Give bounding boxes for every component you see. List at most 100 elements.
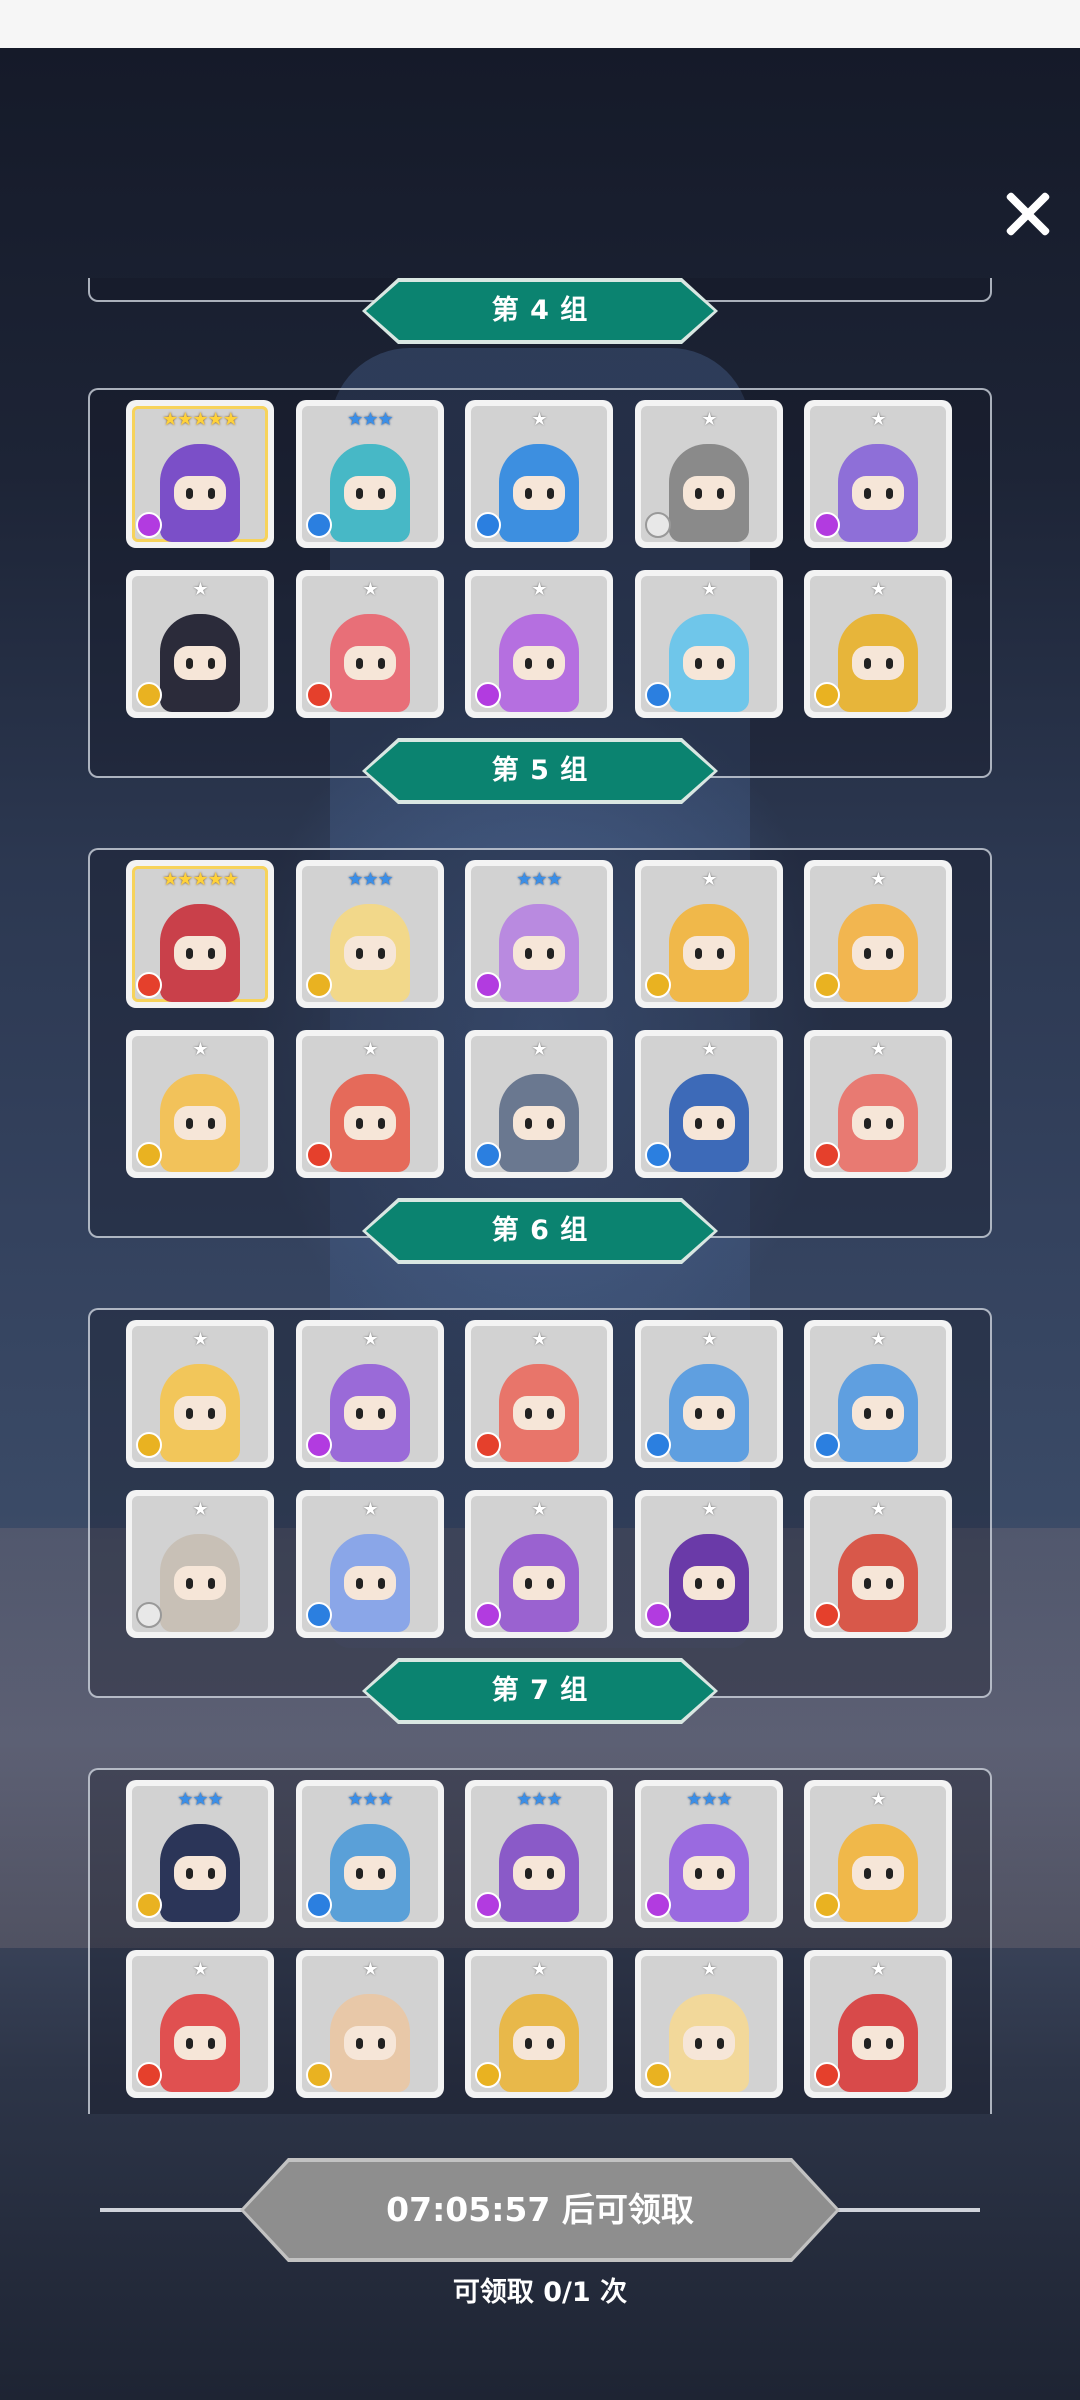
hero-eye bbox=[717, 948, 724, 959]
hero-card[interactable]: ★ bbox=[804, 400, 952, 548]
hero-card[interactable]: ★★★ bbox=[635, 1780, 783, 1928]
hero-card[interactable]: ★ bbox=[465, 400, 613, 548]
hero-eye bbox=[378, 1578, 385, 1589]
hero-card[interactable]: ★★★ bbox=[296, 400, 444, 548]
hero-card[interactable]: ★ bbox=[296, 1950, 444, 2098]
hero-eye bbox=[547, 488, 554, 499]
hero-face bbox=[513, 1566, 565, 1600]
hero-card[interactable]: ★ bbox=[804, 1030, 952, 1178]
hero-card[interactable]: ★ bbox=[635, 400, 783, 548]
moon-element-icon bbox=[475, 682, 501, 708]
hero-eye bbox=[695, 488, 702, 499]
hero-card[interactable]: ★★★ bbox=[465, 860, 613, 1008]
star-rating: ★ bbox=[870, 579, 886, 600]
hero-card[interactable]: ★ bbox=[126, 570, 274, 718]
group-scroll-list[interactable]: 第 4 组 ★★★★★ ★★★ ★ ★ ★ ★ ★ ★ ★ ★ 第 5 组 ★★★★★ ★★★ ★★★ ★ ★ ★… bbox=[0, 278, 1080, 2114]
hero-card[interactable]: ★ bbox=[465, 1320, 613, 1468]
hero-eye bbox=[717, 1118, 724, 1129]
star-rating: ★★★ bbox=[686, 1789, 732, 1810]
hero-eye bbox=[378, 1408, 385, 1419]
claim-button[interactable]: 07:05:57 后可领取 bbox=[240, 2158, 840, 2262]
hero-eye bbox=[525, 1118, 532, 1129]
hero-face bbox=[683, 1396, 735, 1430]
hero-card[interactable]: ★ bbox=[804, 1950, 952, 2098]
moon-element-icon bbox=[136, 512, 162, 538]
wind-element-icon bbox=[136, 1142, 162, 1168]
hero-eye bbox=[378, 488, 385, 499]
hero-card[interactable]: ★ bbox=[635, 1490, 783, 1638]
hero-card[interactable]: ★ bbox=[804, 1320, 952, 1468]
hero-face bbox=[344, 1396, 396, 1430]
star-rating: ★ bbox=[870, 409, 886, 430]
hero-eye bbox=[525, 488, 532, 499]
hero-card[interactable]: ★★★ bbox=[126, 1780, 274, 1928]
hero-face bbox=[174, 646, 226, 680]
hero-card[interactable]: ★★★ bbox=[465, 1780, 613, 1928]
hero-card[interactable]: ★ bbox=[465, 570, 613, 718]
group-title: 第 5 组 bbox=[491, 755, 589, 786]
hero-card[interactable]: ★ bbox=[635, 570, 783, 718]
hero-eye bbox=[717, 488, 724, 499]
star-rating: ★★★ bbox=[177, 1789, 223, 1810]
group-title: 第 7 组 bbox=[491, 1675, 589, 1706]
moon-element-icon bbox=[475, 1602, 501, 1628]
hero-face bbox=[513, 1106, 565, 1140]
water-element-icon bbox=[645, 682, 671, 708]
hero-card[interactable]: ★ bbox=[126, 1950, 274, 2098]
hero-eye bbox=[717, 1408, 724, 1419]
hero-card[interactable]: ★ bbox=[635, 1030, 783, 1178]
hero-card[interactable]: ★ bbox=[635, 1950, 783, 2098]
hero-face bbox=[513, 646, 565, 680]
hero-card[interactable]: ★ bbox=[126, 1490, 274, 1638]
hero-eye bbox=[525, 2038, 532, 2049]
group-header: 第 4 组 bbox=[362, 278, 718, 344]
hero-portrait: ★ bbox=[641, 1326, 777, 1462]
hero-face bbox=[683, 2026, 735, 2060]
divider-left bbox=[100, 2208, 250, 2212]
hero-card[interactable]: ★ bbox=[296, 1320, 444, 1468]
hero-card[interactable]: ★ bbox=[804, 1780, 952, 1928]
hero-eye bbox=[356, 1118, 363, 1129]
wind-element-icon bbox=[136, 682, 162, 708]
hero-portrait: ★ bbox=[810, 866, 946, 1002]
star-rating: ★ bbox=[701, 1329, 717, 1350]
star-rating: ★ bbox=[870, 1039, 886, 1060]
hero-face bbox=[683, 936, 735, 970]
hero-card[interactable]: ★ bbox=[804, 570, 952, 718]
hero-card[interactable]: ★ bbox=[465, 1950, 613, 2098]
hero-card[interactable]: ★ bbox=[296, 1490, 444, 1638]
hero-eye bbox=[186, 948, 193, 959]
hero-card[interactable]: ★★★★★ bbox=[126, 400, 274, 548]
wind-element-icon bbox=[306, 2062, 332, 2088]
hero-card[interactable]: ★ bbox=[126, 1030, 274, 1178]
hero-face bbox=[344, 646, 396, 680]
hero-eye bbox=[886, 1868, 893, 1879]
moon-element-icon bbox=[645, 1602, 671, 1628]
hero-card[interactable]: ★★★ bbox=[296, 860, 444, 1008]
hero-card[interactable]: ★ bbox=[804, 1490, 952, 1638]
hero-card[interactable]: ★ bbox=[296, 1030, 444, 1178]
hero-card[interactable]: ★ bbox=[126, 1320, 274, 1468]
hero-card[interactable]: ★ bbox=[465, 1030, 613, 1178]
close-icon[interactable] bbox=[1000, 186, 1056, 242]
hero-card[interactable]: ★★★★★ bbox=[126, 860, 274, 1008]
hero-card[interactable]: ★ bbox=[804, 860, 952, 1008]
hero-face bbox=[344, 476, 396, 510]
hero-eye bbox=[547, 658, 554, 669]
hero-eye bbox=[547, 1578, 554, 1589]
hero-card[interactable]: ★ bbox=[635, 1320, 783, 1468]
fire-element-icon bbox=[814, 1142, 840, 1168]
star-rating: ★★★ bbox=[347, 1789, 393, 1810]
hero-eye bbox=[356, 1408, 363, 1419]
hero-card[interactable]: ★★★ bbox=[296, 1780, 444, 1928]
hero-card[interactable]: ★ bbox=[296, 570, 444, 718]
hero-portrait: ★ bbox=[471, 576, 607, 712]
hero-eye bbox=[695, 658, 702, 669]
hero-eye bbox=[695, 2038, 702, 2049]
star-rating: ★★★ bbox=[347, 869, 393, 890]
hero-card[interactable]: ★ bbox=[465, 1490, 613, 1638]
hero-eye bbox=[886, 2038, 893, 2049]
hero-card[interactable]: ★ bbox=[635, 860, 783, 1008]
hero-eye bbox=[886, 1118, 893, 1129]
hero-portrait: ★ bbox=[810, 1036, 946, 1172]
